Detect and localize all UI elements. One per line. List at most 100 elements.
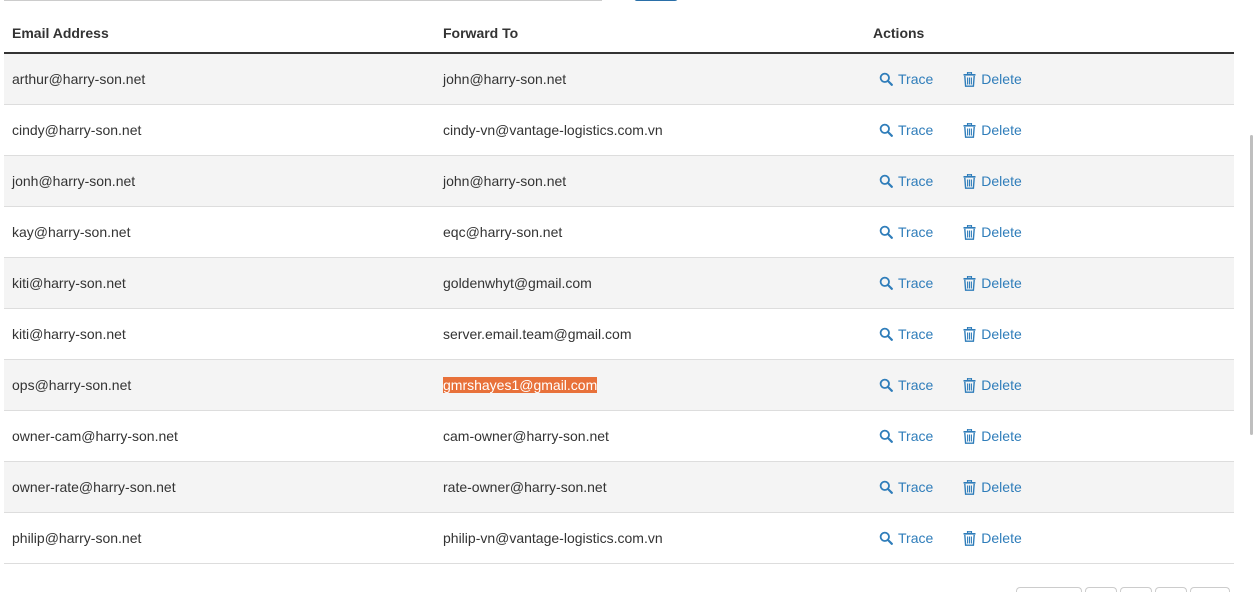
forward-to-address: john@harry-son.net <box>443 71 567 87</box>
table-row: arthur@harry-son.net john@harry-son.net Tr… <box>4 54 1234 105</box>
delete-label: Delete <box>981 224 1022 240</box>
forward-to-cell: goldenwhyt@gmail.com <box>435 275 865 291</box>
search-icon <box>879 174 898 188</box>
search-button[interactable] <box>634 0 678 1</box>
trace-label: Trace <box>898 530 934 546</box>
delete-label: Delete <box>981 479 1022 495</box>
actions-cell: Trace Delete <box>865 428 1234 444</box>
email-address-cell: cindy@harry-son.net <box>12 122 142 138</box>
table-row: philip@harry-son.net philip-vn@vantage-lo… <box>4 513 1234 564</box>
actions-cell: Trace Delete <box>865 71 1234 87</box>
delete-button[interactable]: Delete <box>963 326 1022 342</box>
trash-icon <box>963 530 981 546</box>
delete-button[interactable]: Delete <box>963 530 1022 546</box>
search-icon <box>879 531 898 545</box>
header-forward-to[interactable]: Forward To <box>435 25 865 41</box>
delete-label: Delete <box>981 377 1022 393</box>
pagination-button[interactable] <box>1085 587 1117 592</box>
actions-cell: Trace Delete <box>865 173 1234 189</box>
actions-cell: Trace Delete <box>865 530 1234 546</box>
delete-label: Delete <box>981 428 1022 444</box>
page-scrollbar[interactable] <box>1248 0 1254 592</box>
trace-button[interactable]: Trace <box>879 428 933 444</box>
table-row: kiti@harry-son.net server.email.team@gmai… <box>4 309 1234 360</box>
email-address-cell: philip@harry-son.net <box>12 530 142 546</box>
trace-button[interactable]: Trace <box>879 122 933 138</box>
forward-to-cell: cam-owner@harry-son.net <box>435 428 865 444</box>
trash-icon <box>963 275 981 291</box>
email-address-cell: owner-rate@harry-son.net <box>12 479 176 495</box>
email-address-cell: kiti@harry-son.net <box>12 275 126 291</box>
delete-button[interactable]: Delete <box>963 428 1022 444</box>
header-actions: Actions <box>873 25 925 41</box>
delete-button[interactable]: Delete <box>963 122 1022 138</box>
trace-button[interactable]: Trace <box>879 377 933 393</box>
forward-to-address: philip-vn@vantage-logistics.com.vn <box>443 530 663 546</box>
trace-label: Trace <box>898 173 934 189</box>
forward-to-cell: gmrshayes1@gmail.com <box>435 377 865 393</box>
email-forwarders-page: Email Address Forward To Actions arthur@… <box>0 0 1254 592</box>
actions-cell: Trace Delete <box>865 275 1234 291</box>
email-address-cell: ops@harry-son.net <box>12 377 132 393</box>
scrollbar-thumb[interactable] <box>1250 135 1253 435</box>
trace-button[interactable]: Trace <box>879 71 933 87</box>
pagination-button[interactable] <box>1016 587 1082 592</box>
forward-to-cell: rate-owner@harry-son.net <box>435 479 865 495</box>
delete-label: Delete <box>981 530 1022 546</box>
actions-cell: Trace Delete <box>865 326 1234 342</box>
trash-icon <box>963 428 981 444</box>
trace-button[interactable]: Trace <box>879 275 933 291</box>
trash-icon <box>963 479 981 495</box>
table-row: cindy@harry-son.net cindy-vn@vantage-logi… <box>4 105 1234 156</box>
delete-button[interactable]: Delete <box>963 173 1022 189</box>
forward-to-cell: philip-vn@vantage-logistics.com.vn <box>435 530 865 546</box>
trace-button[interactable]: Trace <box>879 326 933 342</box>
pagination-button[interactable] <box>1155 587 1187 592</box>
table-row: jonh@harry-son.net john@harry-son.net Trac… <box>4 156 1234 207</box>
search-input[interactable] <box>4 0 602 1</box>
header-email-address[interactable]: Email Address <box>4 25 435 41</box>
trash-icon <box>963 224 981 240</box>
delete-label: Delete <box>981 275 1022 291</box>
forward-to-cell: eqc@harry-son.net <box>435 224 865 240</box>
search-icon <box>879 327 898 341</box>
email-address-cell: kay@harry-son.net <box>12 224 131 240</box>
trace-button[interactable]: Trace <box>879 530 933 546</box>
trace-label: Trace <box>898 71 934 87</box>
table-row: kay@harry-son.net eqc@harry-son.net Trace D… <box>4 207 1234 258</box>
delete-button[interactable]: Delete <box>963 71 1022 87</box>
email-address-cell: arthur@harry-son.net <box>12 71 146 87</box>
pagination-button[interactable] <box>1120 587 1152 592</box>
forward-to-address: cam-owner@harry-son.net <box>443 428 609 444</box>
delete-button[interactable]: Delete <box>963 377 1022 393</box>
delete-label: Delete <box>981 122 1022 138</box>
forward-to-address: server.email.team@gmail.com <box>443 326 632 342</box>
search-icon <box>879 276 898 290</box>
trash-icon <box>963 122 981 138</box>
trace-button[interactable]: Trace <box>879 224 933 240</box>
trash-icon <box>963 377 981 393</box>
delete-button[interactable]: Delete <box>963 479 1022 495</box>
delete-label: Delete <box>981 173 1022 189</box>
pagination-button[interactable] <box>1190 587 1230 592</box>
trash-icon <box>963 173 981 189</box>
table-row: ops@harry-son.net gmrshayes1@gmail.com Tra… <box>4 360 1234 411</box>
email-address-cell: owner-cam@harry-son.net <box>12 428 178 444</box>
search-icon <box>879 480 898 494</box>
trace-button[interactable]: Trace <box>879 479 933 495</box>
delete-button[interactable]: Delete <box>963 275 1022 291</box>
actions-cell: Trace Delete <box>865 122 1234 138</box>
table-row: owner-rate@harry-son.net rate-owner@harry… <box>4 462 1234 513</box>
delete-button[interactable]: Delete <box>963 224 1022 240</box>
search-icon <box>879 225 898 239</box>
trace-button[interactable]: Trace <box>879 173 933 189</box>
trace-label: Trace <box>898 275 934 291</box>
search-icon <box>879 123 898 137</box>
forwarders-table: Email Address Forward To Actions arthur@… <box>4 14 1234 564</box>
forward-to-address: eqc@harry-son.net <box>443 224 563 240</box>
trace-label: Trace <box>898 428 934 444</box>
search-icon <box>879 72 898 86</box>
trace-label: Trace <box>898 479 934 495</box>
actions-cell: Trace Delete <box>865 479 1234 495</box>
email-address-cell: jonh@harry-son.net <box>12 173 136 189</box>
